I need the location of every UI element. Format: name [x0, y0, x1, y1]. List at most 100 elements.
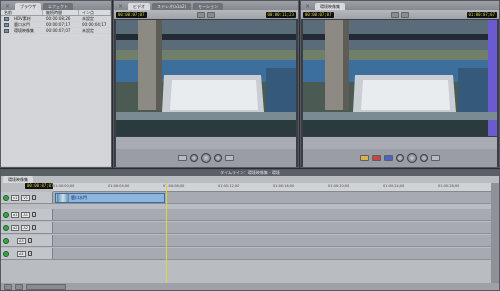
- ruler-label: 01:00:28;00: [438, 184, 460, 188]
- canvas-scrubber[interactable]: [303, 137, 497, 149]
- play-around-button[interactable]: [214, 154, 222, 162]
- timeline-timecode[interactable]: 00:00:07;07: [25, 183, 56, 189]
- destination-patch[interactable]: A1: [21, 211, 30, 218]
- column-in[interactable]: イン点: [79, 10, 111, 15]
- timeline-title: タイムライン：環境映像集 - 環境: [1, 170, 499, 176]
- tab-sequence[interactable]: 環境映像集: [3, 176, 33, 183]
- next-edit-button[interactable]: [225, 155, 234, 161]
- viewer-video-frame[interactable]: [116, 20, 296, 136]
- track-audible-toggle[interactable]: [3, 211, 9, 218]
- ruler-label: 01:00:00;00: [53, 184, 75, 188]
- play-button[interactable]: [407, 153, 417, 163]
- replace-button[interactable]: [384, 155, 393, 161]
- prev-edit-button[interactable]: [178, 155, 187, 161]
- lock-icon[interactable]: [32, 212, 36, 217]
- overwrite-button[interactable]: [372, 155, 381, 161]
- zoom-popup[interactable]: [391, 11, 399, 18]
- destination-patch[interactable]: A3: [17, 237, 26, 244]
- clip-name: 鹿口水門: [71, 195, 87, 200]
- track-v1: v1 V1 鹿口水門: [1, 192, 491, 204]
- timeline-clip[interactable]: 鹿口水門: [55, 193, 165, 203]
- lock-icon[interactable]: [31, 195, 36, 200]
- destination-patch[interactable]: A4: [17, 250, 26, 257]
- track-lane[interactable]: [53, 235, 491, 246]
- track-lane[interactable]: [53, 222, 491, 233]
- play-in-to-out-button[interactable]: [396, 154, 404, 162]
- track-lane[interactable]: [53, 248, 491, 259]
- current-timecode[interactable]: 00:00:11;23: [265, 11, 296, 18]
- track-lane[interactable]: 鹿口水門: [53, 192, 491, 203]
- column-name[interactable]: 名前: [1, 10, 43, 15]
- list-item[interactable]: 環境映像集 00:00:07;07 未設定: [1, 28, 111, 34]
- close-icon[interactable]: ×: [117, 3, 124, 10]
- timeline-tabbar: 環境映像集: [1, 176, 33, 183]
- track-audible-toggle[interactable]: [3, 250, 9, 257]
- zoom-slider[interactable]: [26, 283, 66, 290]
- ruler-label: 01:00:04;00: [108, 184, 130, 188]
- destination-patch[interactable]: V1: [21, 194, 30, 201]
- track-audible-toggle[interactable]: [3, 237, 9, 244]
- track-header: A3: [1, 235, 53, 246]
- insert-button[interactable]: [360, 155, 369, 161]
- play-around-button[interactable]: [420, 154, 428, 162]
- current-timecode[interactable]: 01:00:07;07: [466, 11, 497, 18]
- source-patch[interactable]: a2: [11, 224, 20, 231]
- lock-icon[interactable]: [32, 225, 36, 230]
- duration-timecode[interactable]: 00:00:07;07: [303, 11, 334, 18]
- timeline-tracks: v1 V1 鹿口水門 a1 A1 a2 A2 A3 A4: [1, 192, 491, 284]
- browser-panel: × ブラウザ エフェクト 名前 継続時間 イン点 HDV素材 00:00:08;…: [0, 0, 112, 168]
- dam-waterfall-image: [303, 20, 497, 136]
- track-header: A4: [1, 248, 53, 259]
- play-button[interactable]: [201, 153, 211, 163]
- track-a2: a2 A2: [1, 222, 491, 234]
- tab-effects[interactable]: エフェクト: [43, 3, 73, 10]
- track-a3: A3: [1, 235, 491, 247]
- tab-browser[interactable]: ブラウザ: [15, 3, 41, 10]
- ruler-label: 01:00:12;00: [218, 184, 240, 188]
- bin-icon: [4, 17, 9, 21]
- track-header: a1 A1: [1, 209, 53, 220]
- browser-list: HDV素材 00:00:08;26 未設定 鹿口水門 00:00:07;17 0…: [1, 16, 111, 166]
- clip-icon: [4, 23, 9, 27]
- viewer-scrubber[interactable]: [116, 137, 296, 149]
- track-lane[interactable]: [53, 209, 491, 220]
- track-header: a2 A2: [1, 222, 53, 233]
- canvas-video-frame[interactable]: [303, 20, 497, 136]
- viewer-transport-controls: [116, 149, 296, 167]
- track-visibility-toggle[interactable]: [3, 194, 9, 201]
- sequence-icon: [4, 29, 9, 33]
- next-edit-button[interactable]: [431, 155, 440, 161]
- zoom-popup[interactable]: [197, 11, 205, 18]
- viewer-tabbar: × ビデオ ステレオ(a1a2) モーション: [114, 1, 298, 10]
- ruler-label: 01:00:20;00: [328, 184, 350, 188]
- timeline-scrollbar[interactable]: [491, 183, 499, 288]
- tab-motion[interactable]: モーション: [193, 3, 224, 10]
- viewer-toolbar: 00:00:07;07 00:00:11;23: [114, 10, 298, 19]
- lock-icon[interactable]: [27, 238, 32, 243]
- tab-stereo[interactable]: ステレオ(a1a2): [152, 3, 192, 10]
- track-height-toggle[interactable]: [15, 283, 23, 290]
- canvas-tabbar: × 環境映像集: [301, 1, 499, 10]
- column-duration[interactable]: 継続時間: [43, 10, 79, 15]
- close-icon[interactable]: ×: [4, 3, 11, 10]
- timeline-ruler[interactable]: 01:00:00;00 01:00:04;00 01:00:08;00 01:0…: [53, 183, 491, 192]
- lock-icon[interactable]: [27, 251, 32, 256]
- playhead[interactable]: [166, 183, 167, 288]
- source-patch[interactable]: a1: [11, 211, 20, 218]
- destination-patch[interactable]: A2: [21, 224, 30, 231]
- tab-sequence[interactable]: 環境映像集: [315, 3, 345, 10]
- close-icon[interactable]: ×: [304, 3, 311, 10]
- duration-timecode[interactable]: 00:00:07;07: [116, 11, 147, 18]
- view-popup[interactable]: [401, 11, 409, 18]
- track-audible-toggle[interactable]: [3, 224, 9, 231]
- source-patch[interactable]: v1: [11, 194, 20, 201]
- viewer-panel: × ビデオ ステレオ(a1a2) モーション 00:00:07;07 00:00…: [113, 0, 299, 168]
- ruler-label: 01:00:16;00: [273, 184, 295, 188]
- tab-video[interactable]: ビデオ: [128, 3, 150, 10]
- view-popup[interactable]: [207, 11, 215, 18]
- play-in-to-out-button[interactable]: [190, 154, 198, 162]
- track-a1: a1 A1: [1, 209, 491, 221]
- canvas-transport-controls: [303, 149, 497, 167]
- browser-tabbar: × ブラウザ エフェクト: [1, 1, 111, 10]
- clip-overlays-toggle[interactable]: [4, 283, 12, 290]
